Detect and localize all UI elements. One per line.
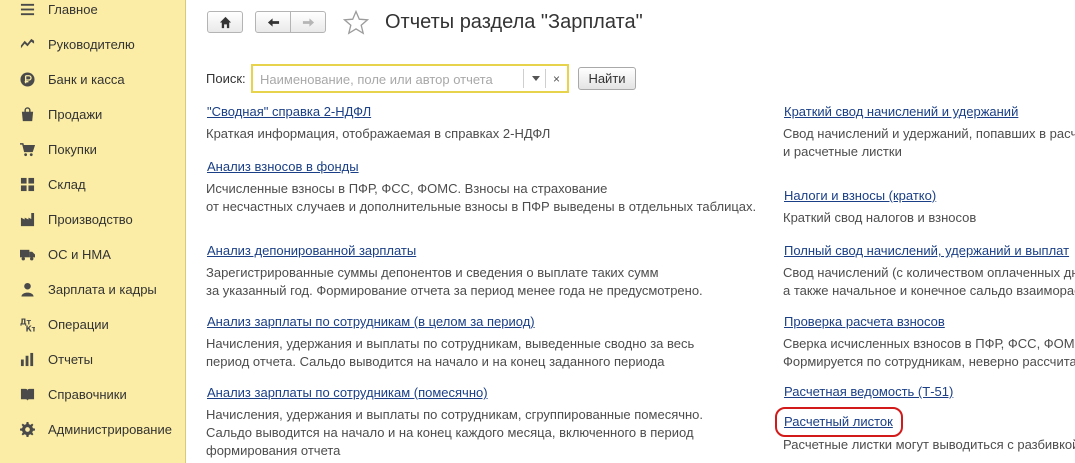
report-description: Начисления, удержания и выплаты по сотру… xyxy=(206,407,704,458)
trend-chart-icon xyxy=(19,36,35,52)
search-dropdown-button[interactable] xyxy=(526,69,545,88)
sidebar-item-label: Склад xyxy=(48,176,86,192)
report-link-taxes-brief[interactable]: Налоги и взносы (кратко) xyxy=(784,188,936,203)
sidebar-item-label: Зарплата и кадры xyxy=(48,281,157,297)
sidebar-item-warehouse[interactable]: Склад xyxy=(0,169,185,199)
sidebar-item-label: ОС и НМА xyxy=(48,246,111,262)
report-description: Зарегистрированные суммы депонентов и св… xyxy=(206,265,703,298)
sections-sidebar: Главное Руководителю Банк и касса Продаж… xyxy=(0,0,186,463)
sidebar-item-salary-hr[interactable]: Зарплата и кадры xyxy=(0,274,185,304)
dt-kt-icon: ДтКт xyxy=(19,316,35,332)
sidebar-item-main[interactable]: Главное xyxy=(0,0,185,24)
sidebar-item-label: Главное xyxy=(48,1,98,17)
bar-chart-icon xyxy=(19,351,35,367)
sidebar-item-label: Операции xyxy=(48,316,109,332)
sidebar-item-label: Банк и касса xyxy=(48,71,125,87)
shopping-bag-icon xyxy=(19,106,35,122)
sidebar-item-label: Отчеты xyxy=(48,351,93,367)
truck-icon xyxy=(19,246,35,262)
search-input[interactable] xyxy=(258,69,524,90)
sidebar-item-label: Справочники xyxy=(48,386,127,402)
sidebar-item-label: Покупки xyxy=(48,141,97,157)
book-icon xyxy=(19,386,35,402)
report-link-salary-by-employee-total[interactable]: Анализ зарплаты по сотрудникам (в целом … xyxy=(207,314,535,329)
page-title: Отчеты раздела "Зарплата" xyxy=(385,11,643,33)
report-description: Сверка исчисленных взносов в ПФР, ФСС, Ф… xyxy=(783,336,1075,369)
svg-text:Кт: Кт xyxy=(25,324,34,331)
separator xyxy=(545,69,546,88)
sidebar-item-bank[interactable]: Банк и касса xyxy=(0,64,185,94)
report-description: Краткая информация, отображаемая в справ… xyxy=(206,126,551,141)
arrow-right-icon xyxy=(302,17,314,27)
report-link-full-accruals-summary[interactable]: Полный свод начислений, удержаний и выпл… xyxy=(784,243,1069,258)
report-description: Свод начислений и удержаний, попавших в … xyxy=(783,126,1075,159)
sidebar-item-sales[interactable]: Продажи xyxy=(0,99,185,129)
report-description: Свод начислений (с количеством оплаченны… xyxy=(783,265,1075,298)
home-button[interactable] xyxy=(207,11,243,33)
sidebar-item-label: Администрирование xyxy=(48,421,172,437)
forward-button[interactable] xyxy=(290,11,326,33)
search-clear-button[interactable]: × xyxy=(547,69,566,88)
sidebar-item-operations[interactable]: ДтКт Операции xyxy=(0,309,185,339)
arrow-left-icon xyxy=(267,17,279,27)
report-link-contributions-check[interactable]: Проверка расчета взносов xyxy=(784,314,945,329)
report-link-deposited-salary[interactable]: Анализ депонированной зарплаты xyxy=(207,243,416,258)
sidebar-item-label: Производство xyxy=(48,211,133,227)
shopping-cart-icon xyxy=(19,141,35,157)
sidebar-item-purchases[interactable]: Покупки xyxy=(0,134,185,164)
report-link-payroll-t51[interactable]: Расчетная ведомость (Т-51) xyxy=(784,384,953,399)
ruble-coin-icon xyxy=(19,71,35,87)
separator xyxy=(523,69,524,88)
sidebar-item-directories[interactable]: Справочники xyxy=(0,379,185,409)
home-icon xyxy=(219,16,231,28)
chevron-down-icon xyxy=(531,76,540,81)
search-label: Поиск: xyxy=(206,71,246,86)
report-link-payslip[interactable]: Расчетный листок xyxy=(784,414,893,429)
sidebar-item-reports[interactable]: Отчеты xyxy=(0,344,185,374)
find-button[interactable]: Найти xyxy=(578,67,636,90)
sidebar-item-manager[interactable]: Руководителю xyxy=(0,29,185,59)
sidebar-item-label: Продажи xyxy=(48,106,103,122)
search-field: × xyxy=(251,64,569,93)
back-button[interactable] xyxy=(255,11,291,33)
sidebar-item-label: Руководителю xyxy=(48,36,135,52)
report-link-fund-contributions[interactable]: Анализ взносов в фонды xyxy=(207,159,359,174)
factory-icon xyxy=(19,211,35,227)
sidebar-item-fixed-assets[interactable]: ОС и НМА xyxy=(0,239,185,269)
report-link-salary-by-employee-monthly[interactable]: Анализ зарплаты по сотрудникам (помесячн… xyxy=(207,385,488,400)
sidebar-item-administration[interactable]: Администрирование xyxy=(0,414,185,444)
menu-lines-icon xyxy=(19,1,35,17)
sidebar-item-production[interactable]: Производство xyxy=(0,204,185,234)
report-description: Расчетные листки могут выводиться с разб… xyxy=(783,437,1075,452)
person-icon xyxy=(19,281,35,297)
report-description: Начисления, удержания и выплаты по сотру… xyxy=(206,336,695,369)
report-link-2ndfl-summary[interactable]: "Сводная" справка 2-НДФЛ xyxy=(207,104,371,119)
report-description: Исчисленные взносы в ПФР, ФСС, ФОМС. Взн… xyxy=(206,181,757,214)
report-link-brief-accruals-summary[interactable]: Краткий свод начислений и удержаний xyxy=(784,104,1018,119)
report-description: Краткий свод налогов и взносов xyxy=(783,210,977,225)
gear-icon xyxy=(19,421,35,437)
warehouse-grid-icon xyxy=(19,176,35,192)
favorite-star-icon[interactable] xyxy=(343,10,369,36)
